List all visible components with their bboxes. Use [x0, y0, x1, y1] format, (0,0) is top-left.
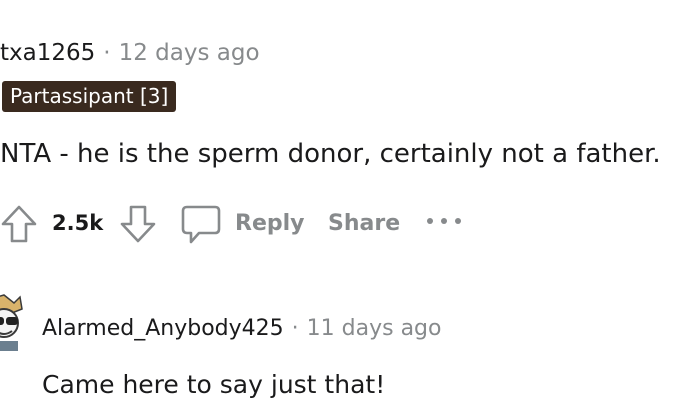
- reply-header: Alarmed_Anybody425 · 11 days ago: [42, 314, 441, 344]
- reply-timestamp[interactable]: 11 days ago: [307, 314, 442, 344]
- comment-username[interactable]: txa1265: [0, 38, 95, 68]
- upvote-button[interactable]: [0, 204, 38, 244]
- reply-button[interactable]: Reply: [235, 209, 305, 239]
- comment-timestamp[interactable]: 12 days ago: [119, 38, 260, 68]
- reply-username[interactable]: Alarmed_Anybody425: [42, 314, 284, 344]
- ellipsis-icon: [427, 218, 461, 224]
- user-avatar[interactable]: [0, 293, 24, 351]
- user-flair: Partassipant [3]: [2, 81, 177, 112]
- reply-body: Came here to say just that!: [42, 370, 386, 399]
- reply-button-icon[interactable]: [180, 204, 222, 246]
- speech-bubble-icon: [181, 205, 221, 244]
- comment-header: txa1265 · 12 days ago: [0, 38, 260, 68]
- reply-separator: ·: [291, 316, 299, 341]
- downvote-button[interactable]: [118, 204, 158, 244]
- arrow-down-icon: [120, 205, 156, 243]
- reply-comment: Alarmed_Anybody425 · 11 days ago: [0, 288, 700, 368]
- more-options-button[interactable]: [425, 214, 463, 228]
- share-button[interactable]: Share: [328, 209, 400, 239]
- comment-body: NTA - he is the sperm donor, certainly n…: [0, 139, 661, 169]
- arrow-up-icon: [1, 205, 37, 243]
- comment-action-bar: 2.5k Reply Share: [0, 200, 700, 246]
- avatar-icon: [0, 294, 23, 351]
- header-separator: ·: [103, 40, 111, 66]
- vote-score: 2.5k: [52, 211, 104, 235]
